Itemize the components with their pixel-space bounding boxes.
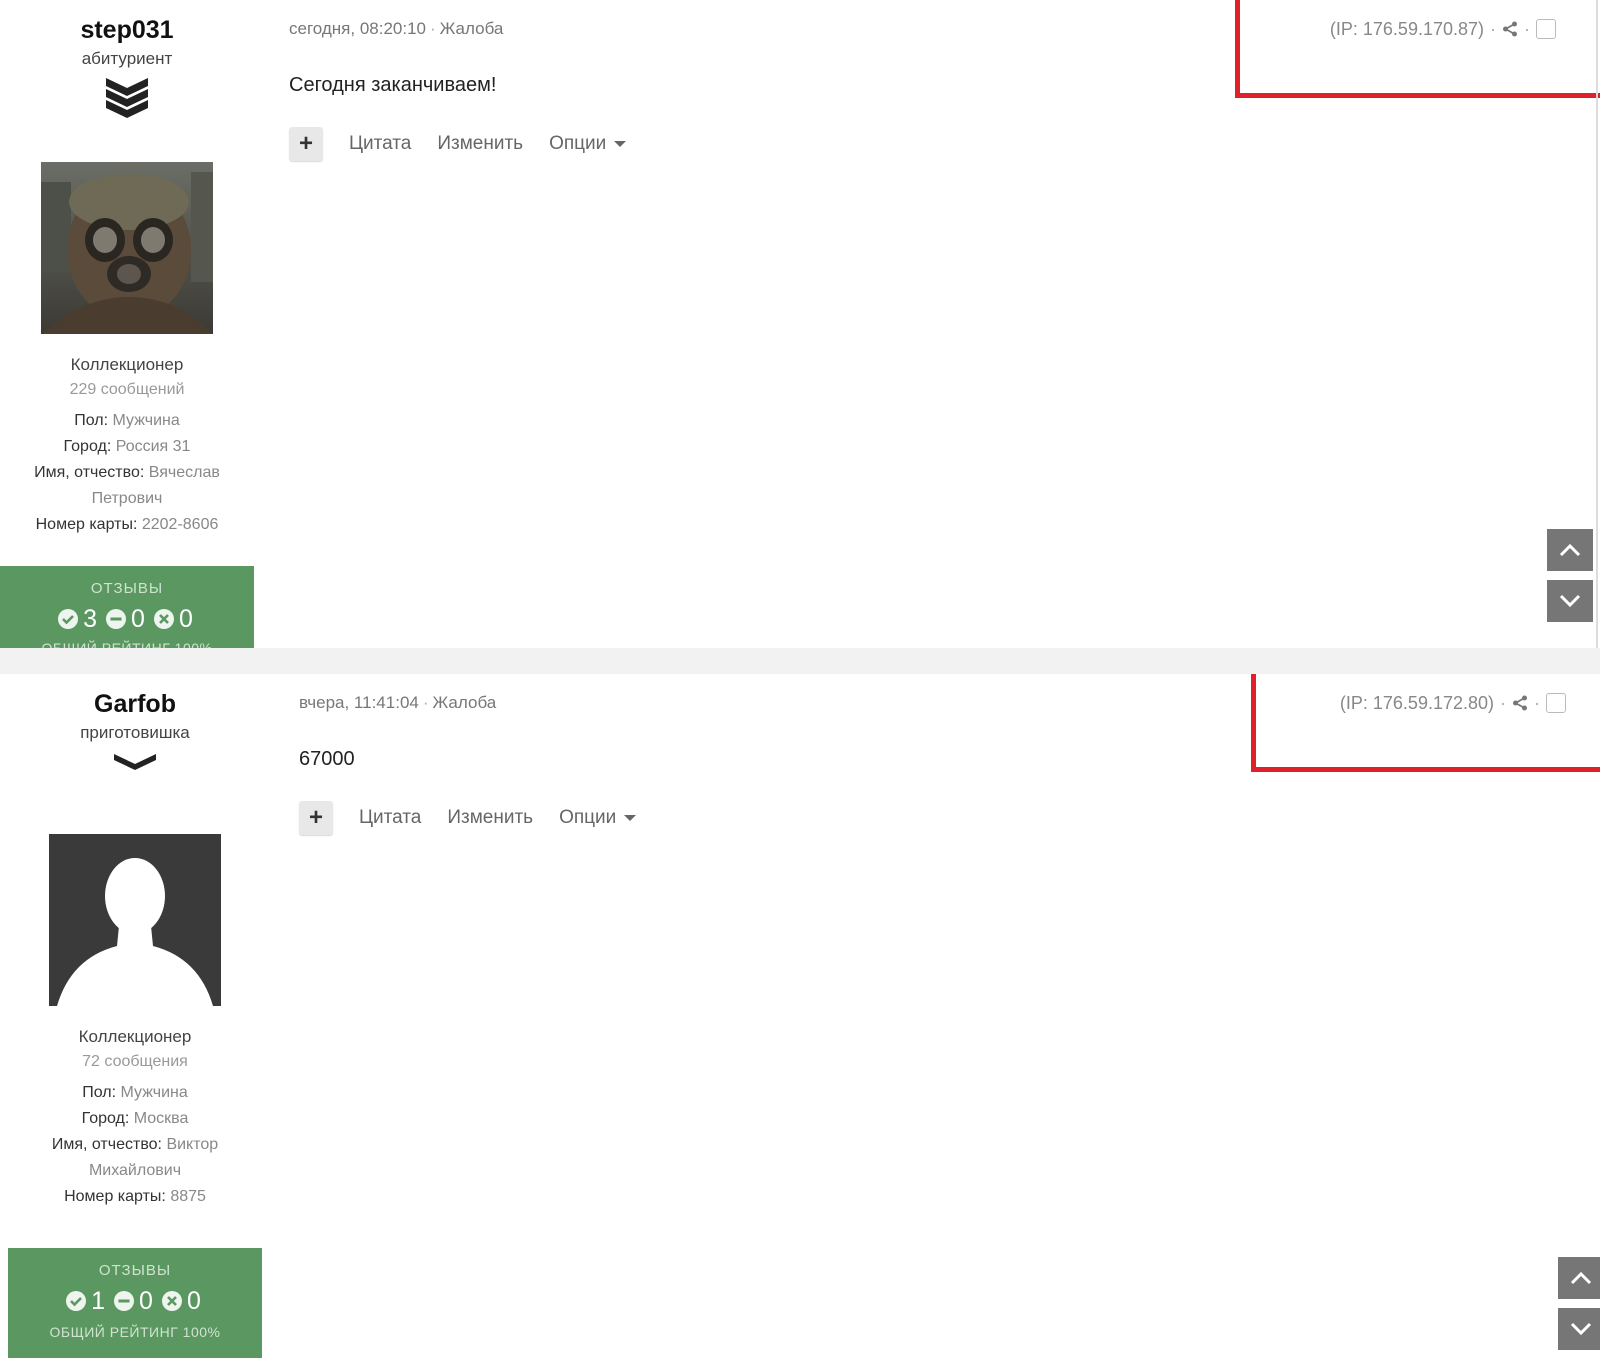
post-count[interactable]: 72 сообщения xyxy=(8,1050,262,1074)
field-gender: Пол: Мужчина xyxy=(74,412,180,429)
reviews-counts: 1 0 0 xyxy=(8,1286,262,1316)
post-separator xyxy=(0,648,1600,674)
reviews-positive: 1 xyxy=(91,1287,106,1315)
reviews-positive: 3 xyxy=(83,605,98,633)
triple-chevron-rank-icon xyxy=(106,78,148,118)
single-chevron-rank-icon xyxy=(114,754,156,770)
x-circle-icon xyxy=(153,609,174,629)
caret-down-icon xyxy=(614,141,627,147)
field-card: Номер карты: 2202-8606 xyxy=(35,516,219,533)
field-gender: Пол: Мужчина xyxy=(82,1084,188,1101)
field-card: Номер карты: 8875 xyxy=(64,1188,206,1205)
author-panel: step031 абитуриент Коллекционер 229 сооб… xyxy=(0,0,254,538)
reviews-counts: 3 0 0 xyxy=(0,604,254,634)
complain-link[interactable]: Жалоба xyxy=(433,693,497,712)
reviews-total-rating: ОБЩИЙ РЕЙТИНГ 100% xyxy=(49,1324,221,1340)
quote-button[interactable]: Цитата xyxy=(349,132,411,156)
minus-circle-icon xyxy=(114,1291,135,1311)
minus-circle-icon xyxy=(106,609,127,629)
avatar[interactable] xyxy=(41,162,213,334)
add-reaction-button[interactable]: + xyxy=(289,127,323,161)
reviews-panel[interactable]: ОТЗЫВЫ 1 0 0 ОБЩИЙ РЕЙТИНГ 100% xyxy=(8,1248,262,1358)
post-step031: step031 абитуриент Коллекционер 229 сооб… xyxy=(0,0,1600,648)
reviews-negative: 0 xyxy=(178,605,193,633)
post-message: Сегодня заканчиваем! xyxy=(289,74,497,96)
edit-button[interactable]: Изменить xyxy=(437,132,523,156)
author-panel: Garfob приготовишка Коллекционер 72 сооб… xyxy=(8,674,262,1358)
add-reaction-button[interactable]: + xyxy=(299,801,333,835)
reviews-neutral: 0 xyxy=(139,1287,153,1315)
profile-fields: Пол: Мужчина Город: Москва Имя, отчество… xyxy=(8,1080,262,1210)
highlight-box xyxy=(1251,674,1600,772)
chevron-up-icon xyxy=(1570,1271,1592,1285)
field-city: Город: Россия 31 xyxy=(63,438,191,455)
caret-down-icon xyxy=(624,815,637,821)
highlight-box xyxy=(1235,0,1600,98)
post-garfob: Garfob приготовишка Коллекционер 72 сооб… xyxy=(0,674,1600,1358)
user-rank: приготовишка xyxy=(80,723,190,742)
complain-link[interactable]: Жалоба xyxy=(440,19,504,38)
avatar[interactable] xyxy=(49,834,221,1006)
quote-button[interactable]: Цитата xyxy=(359,806,421,830)
profile-fields: Пол: Мужчина Город: Россия 31 Имя, отчес… xyxy=(0,408,254,538)
field-city: Город: Москва xyxy=(81,1110,189,1127)
post-meta: сегодня, 08:20:10 · Жалоба xyxy=(289,19,504,38)
field-name: Имя, отчество: Виктор Михайлович xyxy=(51,1136,219,1179)
user-group: Коллекционер xyxy=(78,1027,192,1046)
chevron-down-icon xyxy=(1559,594,1581,608)
reviews-title: ОТЗЫВЫ xyxy=(90,580,164,597)
check-circle-icon xyxy=(58,609,79,629)
options-label: Опции xyxy=(549,133,607,154)
post-message: 67000 xyxy=(299,748,355,770)
right-rule xyxy=(1596,0,1598,648)
post-count[interactable]: 229 сообщений xyxy=(0,378,254,402)
post-actions: + Цитата Изменить Опции xyxy=(299,801,637,835)
chevron-up-icon xyxy=(1559,543,1581,557)
options-dropdown[interactable]: Опции xyxy=(549,132,627,156)
chevron-down-icon xyxy=(1570,1322,1592,1336)
scroll-down-button[interactable] xyxy=(1547,580,1593,622)
edit-button[interactable]: Изменить xyxy=(447,806,533,830)
reviews-total-rating: ОБЩИЙ РЕЙТИНГ 100% xyxy=(41,640,213,648)
post-date[interactable]: сегодня, 08:20:10 xyxy=(289,19,426,38)
scroll-up-button[interactable] xyxy=(1547,529,1593,571)
user-rank: абитуриент xyxy=(81,49,173,68)
username[interactable]: step031 xyxy=(0,14,254,46)
reviews-panel[interactable]: ОТЗЫВЫ 3 0 0 ОБЩИЙ РЕЙТИНГ 100% xyxy=(0,566,254,648)
scroll-up-button[interactable] xyxy=(1558,1257,1600,1299)
scroll-down-button[interactable] xyxy=(1558,1308,1600,1350)
reviews-neutral: 0 xyxy=(131,605,145,633)
username[interactable]: Garfob xyxy=(8,688,262,720)
reviews-title: ОТЗЫВЫ xyxy=(98,1262,172,1279)
post-actions: + Цитата Изменить Опции xyxy=(289,127,627,161)
reviews-negative: 0 xyxy=(186,1287,201,1315)
x-circle-icon xyxy=(161,1291,182,1311)
user-group: Коллекционер xyxy=(70,355,184,374)
field-name: Имя, отчество: Вячеслав Петрович xyxy=(34,464,220,507)
options-dropdown[interactable]: Опции xyxy=(559,806,637,830)
check-circle-icon xyxy=(66,1291,87,1311)
post-date[interactable]: вчера, 11:41:04 xyxy=(299,693,419,712)
post-meta: вчера, 11:41:04 · Жалоба xyxy=(299,693,497,712)
options-label: Опции xyxy=(559,807,617,828)
